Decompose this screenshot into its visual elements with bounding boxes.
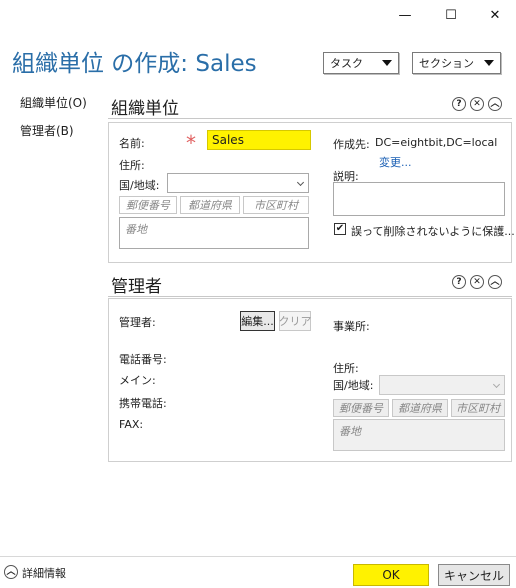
chevron-down-icon [484,60,494,66]
prefecture-field[interactable]: 都道府県 [180,196,240,214]
sidebar-item-label: 管理者(B) [20,124,74,138]
street-placeholder: 番地 [125,223,147,236]
fax-label: FAX: [119,418,144,431]
ok-button[interactable]: OK [353,564,429,586]
collapse-icon[interactable]: ︿ [488,97,502,111]
ou-section-header: 組織単位 ? ✕ ︿ [108,94,512,120]
chevron-down-icon [296,178,305,187]
manager-section: 管理者: 編集... クリア 電話番号: メイン: 携帯電話: FAX: 事業所… [108,298,512,462]
country-select[interactable] [167,173,309,193]
description-field[interactable] [333,182,505,216]
expand-details-icon[interactable]: ︿ [4,565,18,579]
divider [108,296,512,297]
sidebar-item-managed-by[interactable]: 管理者(B) [20,122,74,139]
edit-button[interactable]: 編集... [240,311,275,331]
name-input[interactable]: Sales [207,130,311,150]
close-section-icon[interactable]: ✕ [470,97,484,111]
ou-section-title: 組織単位 [111,99,179,119]
details-label[interactable]: 詳細情報 [22,565,66,581]
created-in-label: 作成先: [333,138,370,151]
postal-code-field[interactable]: 郵便番号 [119,196,177,214]
manager-country-label: 国/地域: [333,379,374,392]
manager-postal-code-field: 郵便番号 [333,399,389,417]
manager-country-select [379,375,505,395]
manager-city-field: 市区町村 [451,399,505,417]
protect-checkbox[interactable]: ✔ [334,223,346,235]
created-in-value: DC=eightbit,DC=local [375,136,498,149]
city-field[interactable]: 市区町村 [243,196,309,214]
help-icon[interactable]: ? [452,97,466,111]
manager-street-placeholder: 番地 [339,425,361,438]
sidebar-item-organizational-unit[interactable]: 組織単位(O) [20,94,87,111]
page-title: 組織単位 の作成: Sales [12,51,257,77]
office-label: 事業所: [333,320,370,333]
maximize-icon: ☐ [445,7,457,23]
help-icon[interactable]: ? [452,275,466,289]
minimize-button[interactable]: — [382,0,428,30]
footer-bar: ︿ 詳細情報 OK キャンセル [0,556,516,588]
section-dropdown-label: セクション [419,57,474,70]
manager-section-title: 管理者 [111,277,162,297]
name-label: 名前: [119,137,145,150]
minimize-icon: — [398,7,412,23]
manager-section-header: 管理者 ? ✕ ︿ [108,272,512,298]
address-label: 住所: [119,159,145,172]
manager-prefecture-field: 都道府県 [392,399,448,417]
change-link[interactable]: 変更... [379,154,412,170]
close-window-button[interactable]: ✕ [472,0,516,30]
country-label: 国/地域: [119,179,160,192]
ou-section: 名前: * Sales 住所: 国/地域: 郵便番号 都道府県 市区町村 番地 … [108,122,515,263]
task-dropdown[interactable]: タスク [323,52,399,74]
protect-label: 誤って削除されないように保護... [351,225,515,238]
close-icon: ✕ [489,7,501,23]
maximize-button[interactable]: ☐ [428,0,474,30]
chevron-down-icon [382,60,392,66]
collapse-icon[interactable]: ︿ [488,275,502,289]
manager-address-label: 住所: [333,362,359,375]
phone-label: 電話番号: [119,353,167,366]
mobile-phone-label: 携帯電話: [119,397,167,410]
cancel-button[interactable]: キャンセル [438,564,510,586]
main-phone-label: メイン: [119,374,156,387]
manager-label: 管理者: [119,316,156,329]
required-icon: * [186,131,196,155]
task-dropdown-label: タスク [330,57,363,70]
clear-button[interactable]: クリア [279,311,312,331]
street-field[interactable]: 番地 [119,217,309,249]
chevron-down-icon [492,380,501,389]
close-section-icon[interactable]: ✕ [470,275,484,289]
manager-street-field: 番地 [333,419,505,451]
divider [108,118,512,119]
sidebar-item-label: 組織単位(O) [20,96,87,110]
section-dropdown[interactable]: セクション [412,52,501,74]
